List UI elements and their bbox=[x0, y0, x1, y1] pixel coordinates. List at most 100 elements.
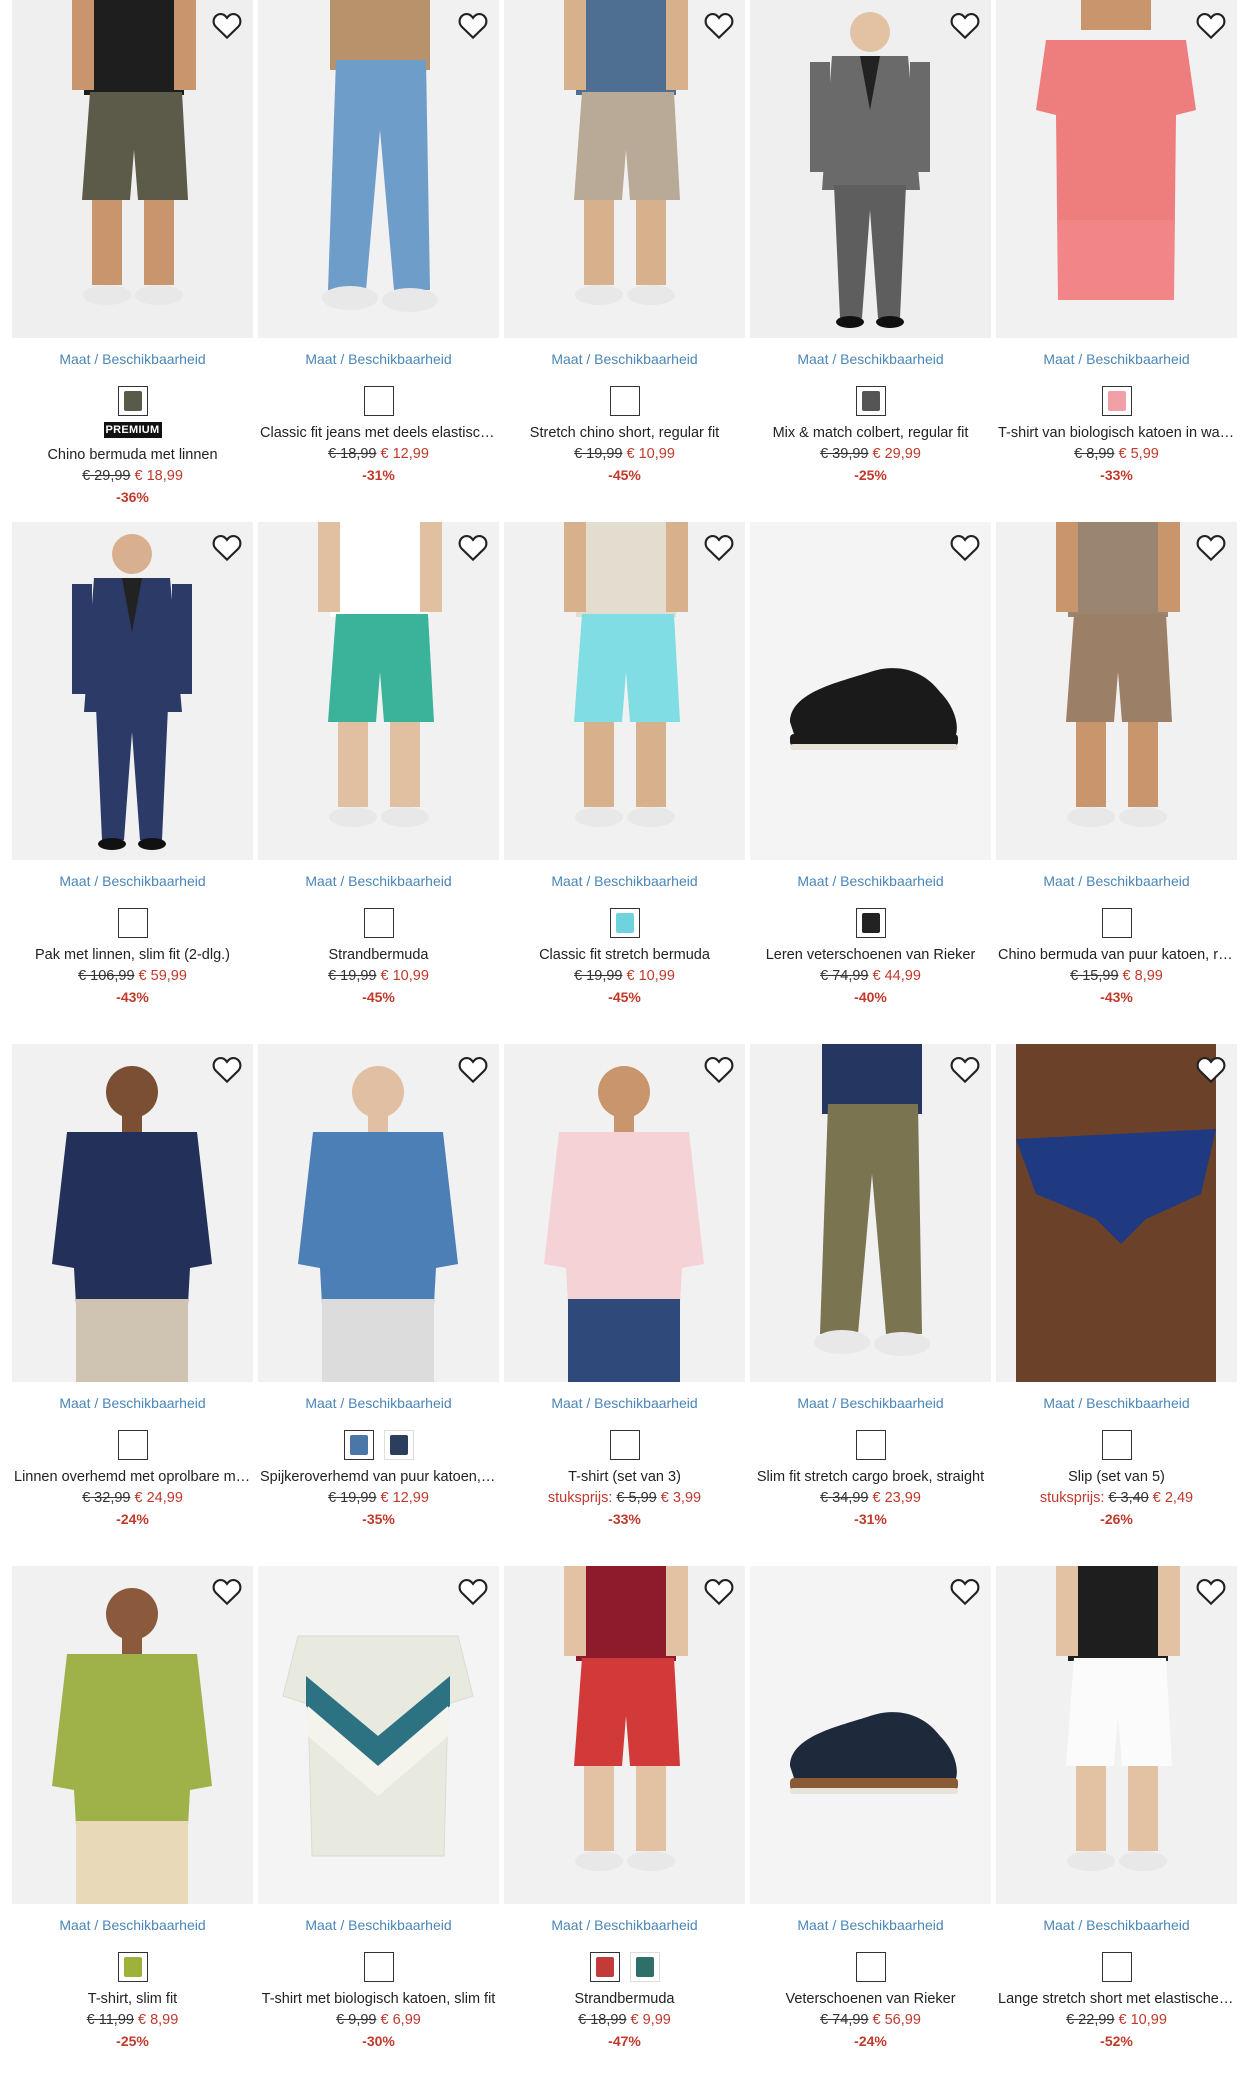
product-name[interactable]: Chino bermuda van puur katoen, regular f… bbox=[996, 946, 1237, 964]
product-name[interactable]: Classic fit stretch bermuda bbox=[504, 946, 745, 964]
product-image[interactable] bbox=[258, 0, 499, 338]
size-availability-link[interactable]: Maat / Beschikbaarheid bbox=[12, 350, 253, 368]
color-swatch[interactable] bbox=[1101, 908, 1132, 938]
color-swatch[interactable] bbox=[343, 1430, 374, 1460]
product-image[interactable] bbox=[504, 1566, 745, 1904]
color-swatch[interactable] bbox=[609, 386, 640, 416]
product-card[interactable]: Maat / Beschikbaarheid Stretch chino sho… bbox=[504, 0, 745, 522]
product-image[interactable] bbox=[750, 1044, 991, 1382]
size-availability-link[interactable]: Maat / Beschikbaarheid bbox=[750, 1916, 991, 1934]
product-name[interactable]: Veterschoenen van Rieker bbox=[750, 1990, 991, 2008]
color-swatch[interactable] bbox=[363, 386, 394, 416]
favorite-heart-icon[interactable] bbox=[703, 532, 735, 562]
product-card[interactable]: Maat / Beschikbaarheid Classic fit jeans… bbox=[258, 0, 499, 522]
size-availability-link[interactable]: Maat / Beschikbaarheid bbox=[750, 872, 991, 890]
favorite-heart-icon[interactable] bbox=[1195, 10, 1227, 40]
size-availability-link[interactable]: Maat / Beschikbaarheid bbox=[12, 872, 253, 890]
product-card[interactable]: Maat / Beschikbaarheid PREMIUM Chino ber… bbox=[12, 0, 253, 522]
size-availability-link[interactable]: Maat / Beschikbaarheid bbox=[12, 1394, 253, 1412]
product-card[interactable]: Maat / Beschikbaarheid Strandbermuda € 1… bbox=[258, 522, 499, 1044]
product-name[interactable]: Lange stretch short met elastische band bbox=[996, 1990, 1237, 2008]
product-image[interactable] bbox=[750, 522, 991, 860]
color-swatch[interactable] bbox=[609, 908, 640, 938]
product-card[interactable]: Maat / Beschikbaarheid T-shirt van biolo… bbox=[996, 0, 1237, 522]
product-name[interactable]: Mix & match colbert, regular fit bbox=[750, 424, 991, 442]
color-swatch[interactable] bbox=[1101, 386, 1132, 416]
product-image[interactable] bbox=[996, 1566, 1237, 1904]
favorite-heart-icon[interactable] bbox=[703, 1576, 735, 1606]
color-swatch[interactable] bbox=[609, 1430, 640, 1460]
product-card[interactable]: Maat / Beschikbaarheid Veterschoenen van… bbox=[750, 1566, 991, 2088]
size-availability-link[interactable]: Maat / Beschikbaarheid bbox=[996, 350, 1237, 368]
favorite-heart-icon[interactable] bbox=[211, 1576, 243, 1606]
favorite-heart-icon[interactable] bbox=[211, 1054, 243, 1084]
favorite-heart-icon[interactable] bbox=[1195, 1054, 1227, 1084]
product-name[interactable]: Linnen overhemd met oprolbare mouwen bbox=[12, 1468, 253, 1486]
product-name[interactable]: Slim fit stretch cargo broek, straight bbox=[750, 1468, 991, 1486]
product-name[interactable]: Pak met linnen, slim fit (2-dlg.) bbox=[12, 946, 253, 964]
favorite-heart-icon[interactable] bbox=[949, 532, 981, 562]
product-name[interactable]: Classic fit jeans met deels elastische b… bbox=[258, 424, 499, 442]
product-name[interactable]: T-shirt van biologisch katoen in washed-… bbox=[996, 424, 1237, 442]
product-image[interactable] bbox=[504, 0, 745, 338]
size-availability-link[interactable]: Maat / Beschikbaarheid bbox=[504, 350, 745, 368]
product-image[interactable] bbox=[12, 522, 253, 860]
size-availability-link[interactable]: Maat / Beschikbaarheid bbox=[258, 872, 499, 890]
product-image[interactable] bbox=[750, 0, 991, 338]
product-image[interactable] bbox=[750, 1566, 991, 1904]
color-swatch[interactable] bbox=[589, 1952, 620, 1982]
color-swatch[interactable] bbox=[855, 1952, 886, 1982]
product-card[interactable]: Maat / Beschikbaarheid T-shirt (set van … bbox=[504, 1044, 745, 1566]
product-image[interactable] bbox=[504, 522, 745, 860]
size-availability-link[interactable]: Maat / Beschikbaarheid bbox=[750, 1394, 991, 1412]
size-availability-link[interactable]: Maat / Beschikbaarheid bbox=[504, 1916, 745, 1934]
product-card[interactable]: Maat / Beschikbaarheid Chino bermuda van… bbox=[996, 522, 1237, 1044]
product-image[interactable] bbox=[996, 1044, 1237, 1382]
product-image[interactable] bbox=[12, 0, 253, 338]
product-card[interactable]: Maat / Beschikbaarheid Classic fit stret… bbox=[504, 522, 745, 1044]
product-card[interactable]: Maat / Beschikbaarheid T-shirt met biolo… bbox=[258, 1566, 499, 2088]
favorite-heart-icon[interactable] bbox=[457, 1576, 489, 1606]
favorite-heart-icon[interactable] bbox=[1195, 532, 1227, 562]
favorite-heart-icon[interactable] bbox=[949, 1576, 981, 1606]
product-card[interactable]: Maat / Beschikbaarheid Slim fit stretch … bbox=[750, 1044, 991, 1566]
color-swatch[interactable] bbox=[363, 908, 394, 938]
product-image[interactable] bbox=[12, 1044, 253, 1382]
color-swatch[interactable] bbox=[1101, 1430, 1132, 1460]
favorite-heart-icon[interactable] bbox=[949, 1054, 981, 1084]
color-swatch[interactable] bbox=[855, 386, 886, 416]
size-availability-link[interactable]: Maat / Beschikbaarheid bbox=[750, 350, 991, 368]
size-availability-link[interactable]: Maat / Beschikbaarheid bbox=[504, 1394, 745, 1412]
product-card[interactable]: Maat / Beschikbaarheid T-shirt, slim fit… bbox=[12, 1566, 253, 2088]
product-card[interactable]: Maat / Beschikbaarheid Leren veterschoen… bbox=[750, 522, 991, 1044]
product-card[interactable]: Maat / Beschikbaarheid Mix & match colbe… bbox=[750, 0, 991, 522]
favorite-heart-icon[interactable] bbox=[1195, 1576, 1227, 1606]
size-availability-link[interactable]: Maat / Beschikbaarheid bbox=[504, 872, 745, 890]
color-swatch[interactable] bbox=[363, 1952, 394, 1982]
size-availability-link[interactable]: Maat / Beschikbaarheid bbox=[258, 1916, 499, 1934]
product-card[interactable]: Maat / Beschikbaarheid Lange stretch sho… bbox=[996, 1566, 1237, 2088]
product-name[interactable]: Spijkeroverhemd van puur katoen, slim fi… bbox=[258, 1468, 499, 1486]
size-availability-link[interactable]: Maat / Beschikbaarheid bbox=[996, 872, 1237, 890]
favorite-heart-icon[interactable] bbox=[457, 532, 489, 562]
product-card[interactable]: Maat / Beschikbaarheid Linnen overhemd m… bbox=[12, 1044, 253, 1566]
product-image[interactable] bbox=[258, 522, 499, 860]
color-swatch[interactable] bbox=[383, 1430, 414, 1460]
favorite-heart-icon[interactable] bbox=[949, 10, 981, 40]
product-card[interactable]: Maat / Beschikbaarheid Spijkeroverhemd v… bbox=[258, 1044, 499, 1566]
product-name[interactable]: Chino bermuda met linnen bbox=[12, 446, 253, 464]
color-swatch[interactable] bbox=[117, 386, 148, 416]
favorite-heart-icon[interactable] bbox=[211, 10, 243, 40]
product-name[interactable]: T-shirt (set van 3) bbox=[504, 1468, 745, 1486]
color-swatch[interactable] bbox=[117, 1952, 148, 1982]
product-name[interactable]: T-shirt, slim fit bbox=[12, 1990, 253, 2008]
favorite-heart-icon[interactable] bbox=[703, 10, 735, 40]
size-availability-link[interactable]: Maat / Beschikbaarheid bbox=[996, 1394, 1237, 1412]
product-name[interactable]: Slip (set van 5) bbox=[996, 1468, 1237, 1486]
product-name[interactable]: Stretch chino short, regular fit bbox=[504, 424, 745, 442]
color-swatch[interactable] bbox=[629, 1952, 660, 1982]
size-availability-link[interactable]: Maat / Beschikbaarheid bbox=[258, 1394, 499, 1412]
product-card[interactable]: Maat / Beschikbaarheid Strandbermuda € 1… bbox=[504, 1566, 745, 2088]
color-swatch[interactable] bbox=[1101, 1952, 1132, 1982]
product-image[interactable] bbox=[258, 1566, 499, 1904]
